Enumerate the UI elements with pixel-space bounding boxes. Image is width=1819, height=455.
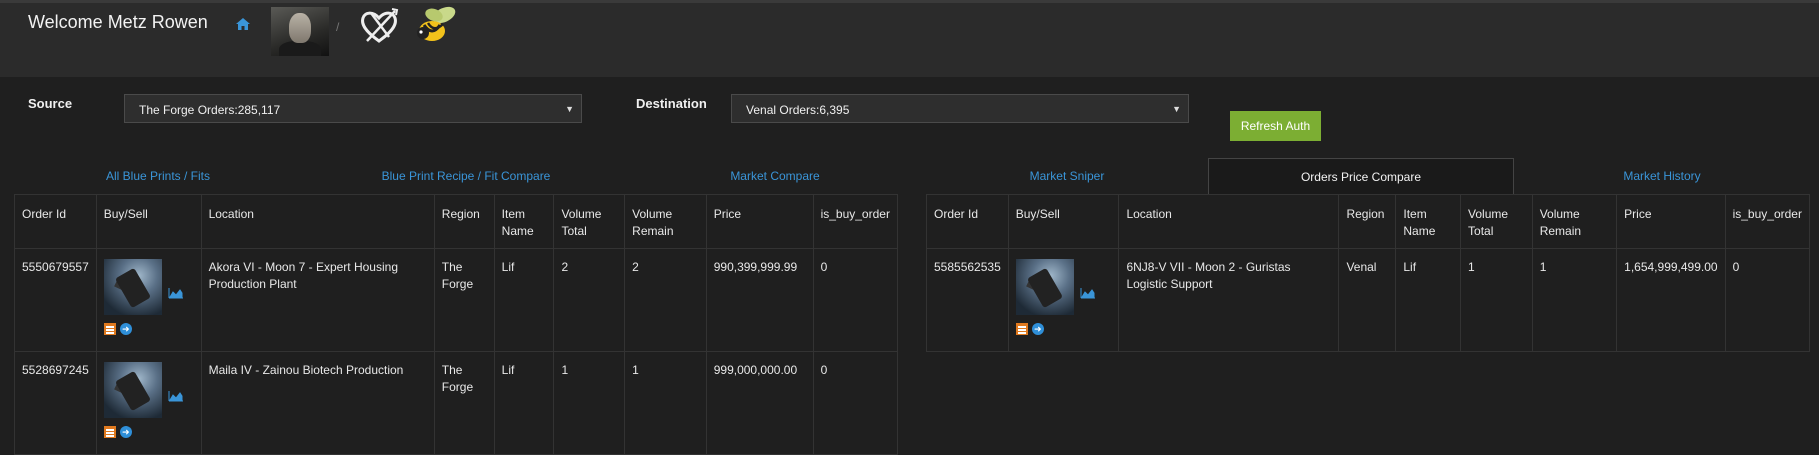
tab-orders-price-compare[interactable]: Orders Price Compare <box>1208 158 1514 194</box>
table-row: 5585562535 ➜ 6NJ8-V VII - Moon 2 - Guris… <box>926 248 1811 352</box>
volume-remain-cell: 2 <box>624 248 707 352</box>
ship-thumbnail[interactable] <box>1015 259 1074 315</box>
order-id-cell: 5528697245 <box>14 351 97 455</box>
col-item-name[interactable]: Item Name <box>493 194 555 249</box>
table-row: 5528697245 ➜ Maila IV - Zainou Biotech P… <box>14 351 899 455</box>
buy-sell-cell: ➜ <box>95 248 202 352</box>
destination-label: Destination <box>636 96 707 111</box>
item-name-cell: Lif <box>493 351 555 455</box>
breadcrumb-separator: / <box>336 20 340 34</box>
source-select[interactable]: The Forge Orders:285,117 ▼ <box>124 94 582 123</box>
table-row: 5550679557 ➜ Akora VI - Moon 7 - Expert … <box>14 248 899 352</box>
chevron-down-icon: ▼ <box>1172 104 1181 114</box>
col-price[interactable]: Price <box>705 194 814 249</box>
price-cell: 990,399,999.99 <box>705 248 814 352</box>
region-cell: Venal <box>1338 248 1397 352</box>
source-orders-table: Order Id Buy/Sell Location Region Item N… <box>14 194 899 455</box>
character-avatar[interactable] <box>271 7 329 56</box>
order-id-cell: 5585562535 <box>926 248 1009 352</box>
arrow-circle-icon[interactable]: ➜ <box>119 426 132 438</box>
col-order-id[interactable]: Order Id <box>14 194 97 249</box>
market-chart-icon[interactable] <box>168 390 184 402</box>
col-region[interactable]: Region <box>1338 194 1397 249</box>
welcome-text: Welcome Metz Rowen <box>28 12 208 32</box>
col-volume-total[interactable]: Volume Total <box>1460 194 1533 249</box>
list-icon[interactable] <box>103 426 116 438</box>
top-header: Welcome Metz Rowen / <box>0 0 1819 77</box>
col-buy-sell[interactable]: Buy/Sell <box>1007 194 1120 249</box>
ship-thumbnail[interactable] <box>103 259 162 315</box>
region-cell: The Forge <box>433 351 495 455</box>
col-buy-sell[interactable]: Buy/Sell <box>95 194 202 249</box>
col-region[interactable]: Region <box>433 194 495 249</box>
col-volume-remain[interactable]: Volume Remain <box>1531 194 1618 249</box>
item-name-cell: Lif <box>493 248 555 352</box>
tab-bar: All Blue Prints / Fits Blue Print Recipe… <box>14 158 1810 194</box>
col-location[interactable]: Location <box>200 194 435 249</box>
order-id-cell: 5550679557 <box>14 248 97 352</box>
col-price[interactable]: Price <box>1616 194 1726 249</box>
home-icon[interactable] <box>235 16 251 32</box>
col-volume-total[interactable]: Volume Total <box>553 194 626 249</box>
col-is-buy-order[interactable]: is_buy_order <box>812 194 899 249</box>
col-item-name[interactable]: Item Name <box>1395 194 1462 249</box>
tab-market-sniper[interactable]: Market Sniper <box>920 158 1214 194</box>
item-name-cell: Lif <box>1395 248 1462 352</box>
location-cell: Maila IV - Zainou Biotech Production <box>200 351 435 455</box>
col-location[interactable]: Location <box>1118 194 1340 249</box>
arrow-circle-icon[interactable]: ➜ <box>119 323 132 335</box>
list-icon[interactable] <box>1015 323 1028 335</box>
source-label: Source <box>28 96 73 111</box>
volume-remain-cell: 1 <box>1531 248 1618 352</box>
table-header-row: Order Id Buy/Sell Location Region Item N… <box>926 194 1811 249</box>
bee-icon[interactable] <box>414 5 460 47</box>
region-cell: The Forge <box>433 248 495 352</box>
list-icon[interactable] <box>103 323 116 335</box>
price-cell: 999,000,000.00 <box>705 351 814 455</box>
location-cell: Akora VI - Moon 7 - Expert Housing Produ… <box>200 248 435 352</box>
destination-select-value: Venal Orders:6,395 <box>746 103 850 117</box>
buy-sell-cell: ➜ <box>1007 248 1120 352</box>
market-chart-icon[interactable] <box>1080 287 1096 299</box>
heart-swords-icon[interactable] <box>357 7 401 47</box>
destination-orders-table: Order Id Buy/Sell Location Region Item N… <box>926 194 1811 352</box>
volume-total-cell: 2 <box>553 248 626 352</box>
buy-sell-cell: ➜ <box>95 351 202 455</box>
location-cell: 6NJ8-V VII - Moon 2 - Guristas Logistic … <box>1118 248 1340 352</box>
arrow-circle-icon[interactable]: ➜ <box>1031 323 1044 335</box>
is-buy-order-cell: 0 <box>1724 248 1811 352</box>
is-buy-order-cell: 0 <box>812 351 899 455</box>
price-cell: 1,654,999,499.00 <box>1616 248 1726 352</box>
tab-market-history[interactable]: Market History <box>1514 158 1810 194</box>
tab-market-compare[interactable]: Market Compare <box>630 158 920 194</box>
tab-all-blueprints-fits[interactable]: All Blue Prints / Fits <box>14 158 302 194</box>
is-buy-order-cell: 0 <box>812 248 899 352</box>
refresh-auth-button[interactable]: Refresh Auth <box>1230 111 1321 141</box>
destination-select[interactable]: Venal Orders:6,395 ▼ <box>731 94 1189 123</box>
volume-total-cell: 1 <box>1460 248 1533 352</box>
col-order-id[interactable]: Order Id <box>926 194 1009 249</box>
volume-remain-cell: 1 <box>624 351 707 455</box>
col-volume-remain[interactable]: Volume Remain <box>624 194 707 249</box>
volume-total-cell: 1 <box>553 351 626 455</box>
chevron-down-icon: ▼ <box>565 104 574 114</box>
source-select-value: The Forge Orders:285,117 <box>139 103 281 117</box>
ship-thumbnail[interactable] <box>103 362 162 418</box>
tab-blueprint-recipe-fit-compare[interactable]: Blue Print Recipe / Fit Compare <box>302 158 630 194</box>
market-chart-icon[interactable] <box>168 287 184 299</box>
table-header-row: Order Id Buy/Sell Location Region Item N… <box>14 194 899 249</box>
col-is-buy-order[interactable]: is_buy_order <box>1724 194 1811 249</box>
